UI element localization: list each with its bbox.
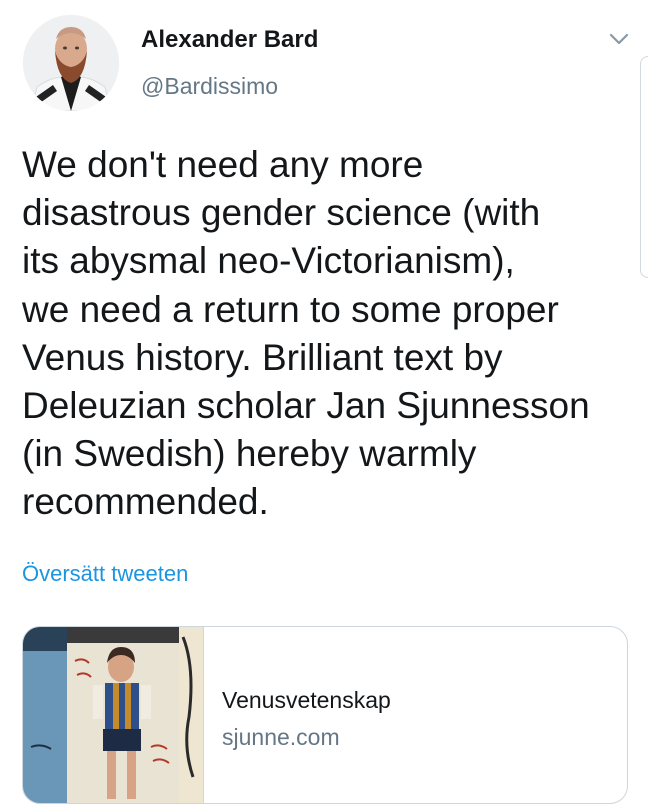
tweet-text-line: We don't need any more [22, 144, 424, 185]
card-domain: sjunne.com [222, 724, 340, 750]
tweet-text-line: we need a return to some proper [22, 288, 559, 330]
author-display-name[interactable]: Alexander Bard [141, 26, 318, 54]
scrollbar[interactable] [640, 56, 648, 278]
avatar-image [23, 15, 119, 111]
tweet-text-line: recommended. [22, 481, 269, 523]
author-handle[interactable]: @Bardissimo [141, 73, 278, 100]
tweet-text: We don't need any more disastrous gender… [22, 141, 638, 527]
card-title: Venusvetenskap [222, 687, 391, 713]
link-preview-card[interactable]: Venusvetenskap sjunne.com [22, 626, 628, 804]
tweet-text-line: Deleuzian scholar Jan Sjunnesson [22, 385, 590, 427]
tweet-text-line: Venus history. Brilliant text by [22, 336, 503, 378]
avatar[interactable] [23, 15, 119, 111]
translate-tweet-link[interactable]: Översätt tweeten [22, 561, 188, 587]
card-thumbnail [23, 627, 204, 803]
tweet-text-line: (in Swedish) hereby warmly [22, 433, 477, 475]
chevron-down-icon[interactable] [608, 28, 630, 50]
tweet-text-line: its abysmal neo-Victorianism), [22, 240, 515, 282]
tweet-text-line: disastrous gender science (with [22, 192, 541, 234]
